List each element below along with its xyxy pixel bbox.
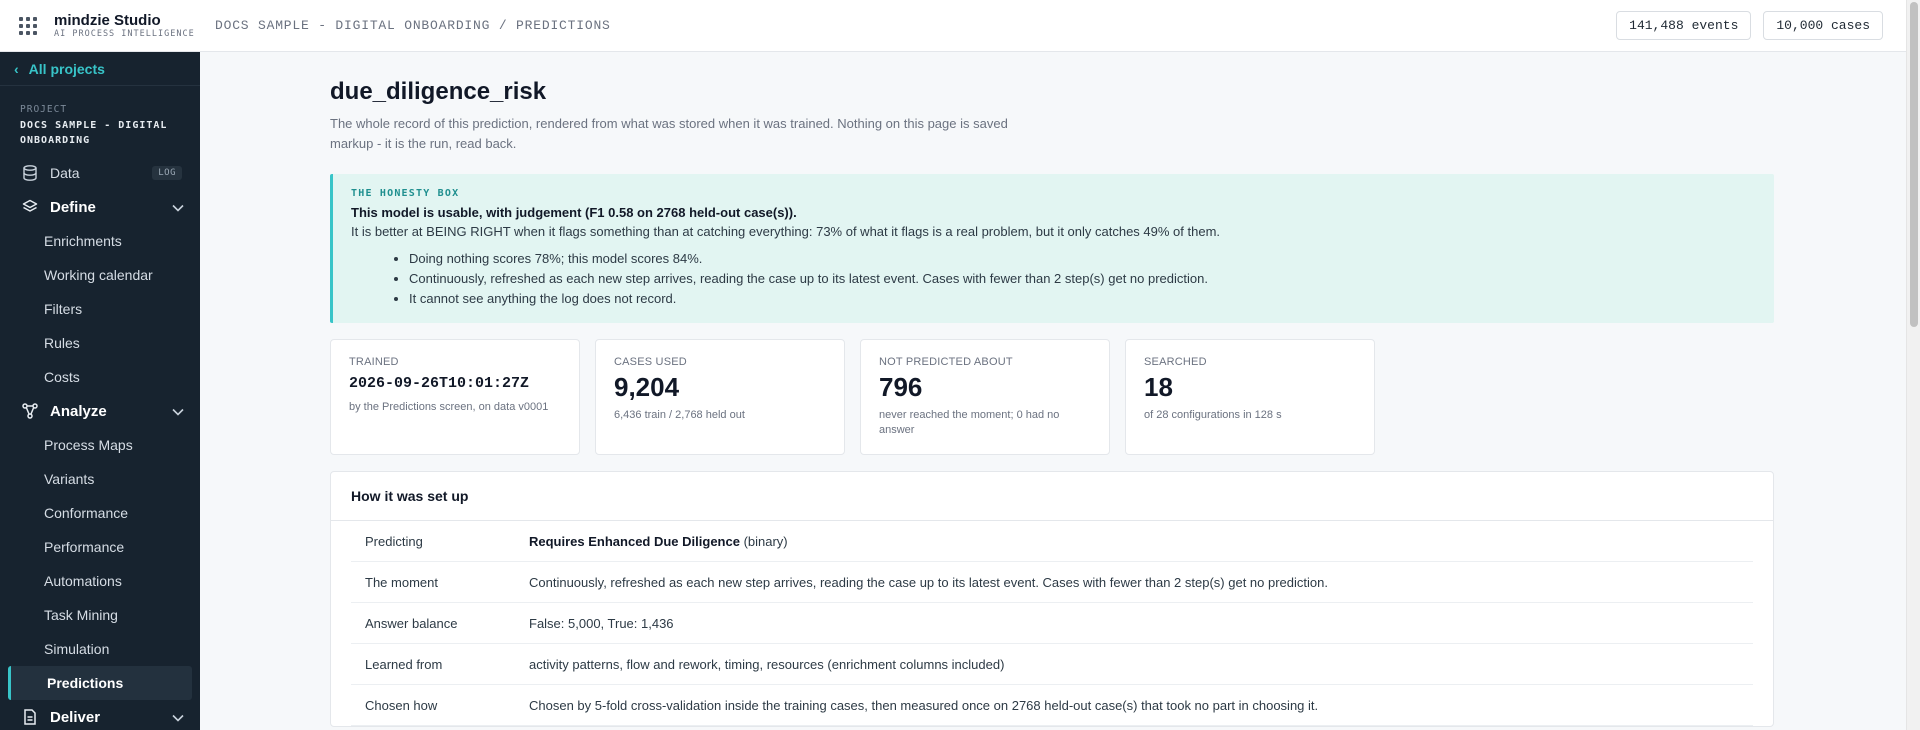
table-row: Predicting Requires Enhanced Due Diligen… — [351, 521, 1753, 562]
events-count-badge: 141,488 events — [1616, 11, 1752, 40]
row-key: Predicting — [365, 533, 423, 549]
log-tag: LOG — [152, 166, 182, 180]
brand-tagline: AI PROCESS INTELLIGENCE — [54, 28, 195, 39]
sidebar-section-deliver[interactable]: Deliver — [0, 700, 200, 730]
table-row: Chosen how Chosen by 5-fold cross-valida… — [351, 685, 1753, 726]
row-key: Chosen how — [365, 697, 438, 713]
row-value: activity patterns, flow and rework, timi… — [529, 656, 1005, 672]
card-value: 2026-09-26T10:01:27Z — [349, 375, 530, 392]
row-value: False: 5,000, True: 1,436 — [529, 615, 674, 631]
stat-cards: TRAINED 2026-09-26T10:01:27Z by the Pred… — [330, 339, 1774, 455]
sidebar-section-label: Define — [50, 198, 96, 216]
list-item: Doing nothing scores 78%; this model sco… — [409, 249, 1756, 269]
sidebar-section-label: Analyze — [50, 402, 107, 420]
row-key: The moment — [365, 574, 438, 590]
layers-icon — [22, 199, 38, 215]
sidebar-item-enrichments[interactable]: Enrichments — [0, 224, 200, 258]
trained-card: TRAINED 2026-09-26T10:01:27Z by the Pred… — [330, 339, 580, 455]
row-value-bold: Requires Enhanced Due Diligence — [529, 533, 740, 549]
card-label: CASES USED — [614, 356, 687, 368]
breadcrumb: DOCS SAMPLE - DIGITAL ONBOARDING / PREDI… — [215, 18, 611, 33]
setup-table: Predicting Requires Enhanced Due Diligen… — [331, 521, 1773, 726]
sidebar-section-label: Deliver — [50, 708, 101, 726]
network-icon — [22, 403, 38, 419]
sidebar-item-performance[interactable]: Performance — [0, 530, 200, 564]
app-grid-icon[interactable] — [8, 0, 48, 52]
setup-panel: How it was set up Predicting Requires En… — [330, 471, 1774, 727]
all-projects-link[interactable]: ‹ All projects — [0, 52, 200, 86]
sidebar: ‹ All projects PROJECT DOCS SAMPLE - DIG… — [0, 52, 200, 730]
sidebar-item-label: Data — [50, 165, 80, 181]
card-note: of 28 configurations in 128 s — [1144, 409, 1282, 421]
sidebar-item-simulation[interactable]: Simulation — [0, 632, 200, 666]
sidebar-item-data[interactable]: Data LOG — [0, 156, 200, 190]
sidebar-section-define[interactable]: Define — [0, 190, 200, 224]
honesty-bullets: Doing nothing scores 78%; this model sco… — [409, 249, 1756, 309]
database-icon — [22, 165, 38, 181]
card-value: 18 — [1144, 372, 1173, 402]
project-name: DOCS SAMPLE - DIGITAL ONBOARDING — [20, 120, 168, 146]
sidebar-item-variants[interactable]: Variants — [0, 462, 200, 496]
honesty-verdict: This model is usable, with judgement (F1… — [351, 205, 797, 220]
page-subtitle: The whole record of this prediction, ren… — [330, 116, 1008, 151]
row-key: Learned from — [365, 656, 443, 672]
table-row: The moment Continuously, refreshed as ea… — [351, 562, 1753, 603]
sidebar-item-process-maps[interactable]: Process Maps — [0, 428, 200, 462]
card-label: NOT PREDICTED ABOUT — [879, 356, 1013, 368]
table-row: Learned from activity patterns, flow and… — [351, 644, 1753, 685]
chevron-down-icon — [172, 403, 184, 420]
searched-card: SEARCHED 18 of 28 configurations in 128 … — [1125, 339, 1375, 455]
sidebar-item-automations[interactable]: Automations — [0, 564, 200, 598]
chevron-down-icon — [172, 709, 184, 726]
page-title: due_diligence_risk — [330, 78, 547, 105]
sidebar-item-task-mining[interactable]: Task Mining — [0, 598, 200, 632]
card-value: 796 — [879, 372, 923, 402]
top-bar: mindzie Studio AI PROCESS INTELLIGENCE D… — [0, 0, 1906, 52]
project-label: PROJECT — [20, 104, 68, 115]
card-note: 6,436 train / 2,768 held out — [614, 409, 745, 421]
sidebar-section-analyze[interactable]: Analyze — [0, 394, 200, 428]
honesty-explanation: It is better at BEING RIGHT when it flag… — [351, 224, 1221, 239]
sidebar-item-working-calendar[interactable]: Working calendar — [0, 258, 200, 292]
sidebar-item-rules[interactable]: Rules — [0, 326, 200, 360]
not-predicted-card: NOT PREDICTED ABOUT 796 never reached th… — [860, 339, 1110, 455]
table-row: Answer balance False: 5,000, True: 1,436 — [351, 603, 1753, 644]
page-scrollbar[interactable] — [1906, 0, 1920, 730]
chevron-down-icon — [172, 199, 184, 216]
cases-used-card: CASES USED 9,204 6,436 train / 2,768 hel… — [595, 339, 845, 455]
row-value: Requires Enhanced Due Diligence (binary) — [529, 534, 1753, 549]
honesty-kicker: THE HONESTY BOX — [351, 188, 460, 199]
setup-heading: How it was set up — [331, 472, 1773, 521]
chevron-left-icon: ‹ — [14, 60, 19, 77]
row-key: Answer balance — [365, 615, 458, 631]
card-note: never reached the moment; 0 had no answe… — [879, 409, 1060, 436]
row-value: Chosen by 5-fold cross-validation inside… — [529, 697, 1319, 713]
document-icon — [22, 709, 38, 725]
honesty-box: THE HONESTY BOX This model is usable, wi… — [330, 174, 1774, 323]
sidebar-item-predictions[interactable]: Predictions — [8, 666, 192, 700]
card-note: by the Predictions screen, on data v0001 — [349, 401, 549, 413]
brand-logo[interactable]: mindzie Studio AI PROCESS INTELLIGENCE — [54, 12, 204, 40]
sidebar-item-costs[interactable]: Costs — [0, 360, 200, 394]
card-label: TRAINED — [349, 356, 399, 368]
row-value-text: (binary) — [739, 533, 788, 549]
main-content: due_diligence_risk The whole record of t… — [200, 52, 1906, 730]
all-projects-label: All projects — [28, 60, 105, 77]
card-label: SEARCHED — [1144, 356, 1207, 368]
row-value: Continuously, refreshed as each new step… — [529, 574, 1328, 590]
sidebar-item-conformance[interactable]: Conformance — [0, 496, 200, 530]
sidebar-item-filters[interactable]: Filters — [0, 292, 200, 326]
card-value: 9,204 — [614, 372, 680, 402]
list-item: It cannot see anything the log does not … — [409, 289, 1756, 309]
cases-count-badge: 10,000 cases — [1763, 11, 1883, 40]
brand-name: mindzie Studio — [54, 11, 161, 29]
scrollbar-thumb[interactable] — [1910, 2, 1918, 327]
list-item: Continuously, refreshed as each new step… — [409, 269, 1756, 289]
